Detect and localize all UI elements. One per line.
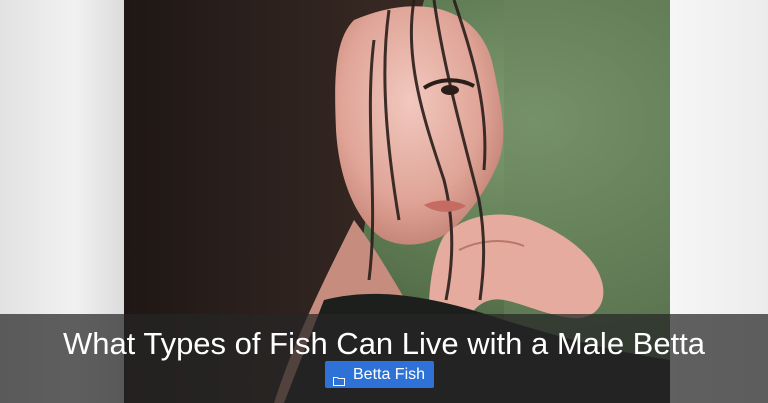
category-badge[interactable]: Betta Fish	[325, 361, 435, 388]
post-title: What Types of Fish Can Live with a Male …	[62, 326, 706, 361]
post-hero: What Types of Fish Can Live with a Male …	[0, 0, 768, 403]
folder-icon	[333, 369, 345, 386]
category-label: Betta Fish	[353, 366, 426, 383]
